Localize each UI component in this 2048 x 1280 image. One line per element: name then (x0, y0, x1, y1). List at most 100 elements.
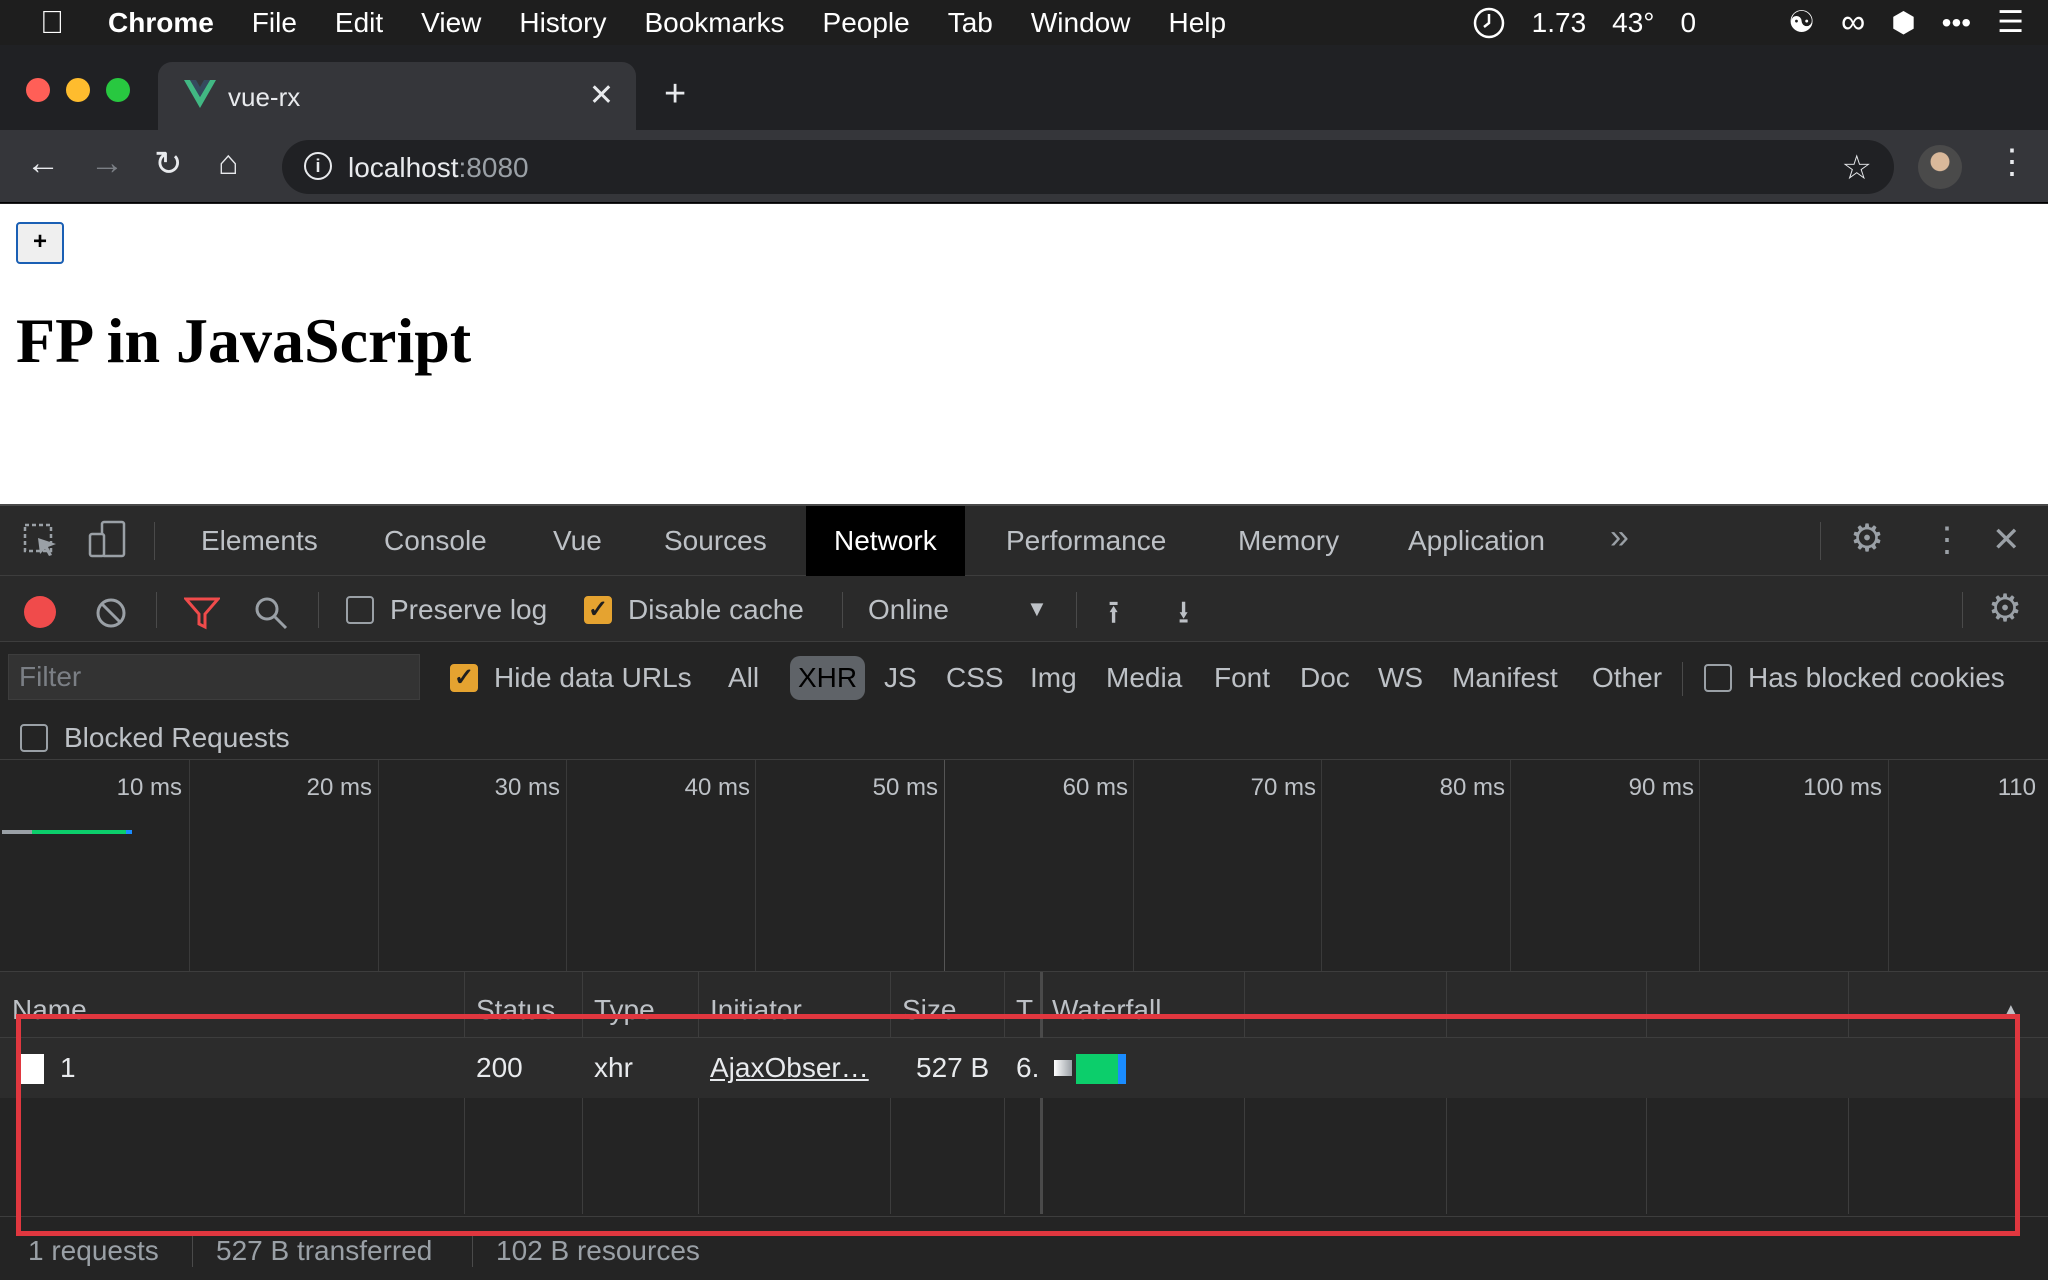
type-filter-doc[interactable]: Doc (1300, 656, 1350, 700)
profile-avatar[interactable] (1918, 145, 1962, 189)
tab-close-icon[interactable]: ✕ (589, 78, 614, 113)
column-waterfall[interactable]: Waterfall (1052, 994, 1161, 1026)
tab-application[interactable]: Application (1408, 506, 1545, 576)
infinity-icon[interactable]: ∞ (1841, 3, 1865, 42)
clock-icon[interactable] (1472, 6, 1506, 40)
site-info-icon[interactable]: i (304, 152, 332, 180)
menu-people[interactable]: People (823, 7, 910, 39)
more-dots-icon[interactable]: ••• (1942, 7, 1971, 39)
sort-ascending-icon[interactable]: ▲ (2000, 998, 2022, 1024)
load-average: 1.73 (1531, 6, 1587, 38)
column-name[interactable]: Name (12, 994, 87, 1026)
blocked-requests-checkbox[interactable] (20, 724, 48, 752)
grid-line (1699, 760, 1700, 971)
request-name[interactable]: 1 (60, 1052, 76, 1084)
new-tab-button[interactable]: + (664, 74, 686, 114)
type-filter-font[interactable]: Font (1214, 656, 1270, 700)
type-filter-ws[interactable]: WS (1378, 656, 1423, 700)
disable-cache-checkbox[interactable]: ✓ (584, 596, 612, 624)
import-har-icon[interactable]: ⭱ (1108, 590, 1119, 644)
reload-icon[interactable]: ↻ (154, 144, 183, 184)
browser-toolbar: ← → ↻ ⌂ i localhost:8080 ☆ ⋮ (0, 130, 2048, 203)
tab-network[interactable]: Network (806, 506, 965, 576)
has-blocked-cookies-checkbox[interactable] (1704, 664, 1732, 692)
address-bar[interactable]: i localhost:8080 ☆ (282, 140, 1894, 194)
timeline-tick: 110 (1997, 774, 2036, 801)
tab-memory[interactable]: Memory (1238, 506, 1339, 576)
clear-icon[interactable] (94, 596, 128, 630)
hide-data-urls-checkbox[interactable]: ✓ (450, 664, 478, 692)
vue-logo-icon (184, 80, 216, 108)
network-overview-timeline[interactable]: 10 ms 20 ms 30 ms 40 ms 50 ms 60 ms 70 m… (0, 760, 2048, 972)
type-filter-js[interactable]: JS (884, 656, 917, 700)
creative-cloud-icon[interactable]: ☯ (1788, 5, 1815, 40)
devtools-menu-icon[interactable]: ⋮ (1930, 520, 1964, 560)
menu-edit[interactable]: Edit (335, 7, 383, 39)
menu-bookmarks[interactable]: Bookmarks (644, 7, 784, 39)
menu-app-chrome[interactable]: Chrome (108, 7, 214, 39)
dropdown-arrow-icon[interactable]: ▼ (1026, 596, 1048, 622)
tab-console[interactable]: Console (384, 506, 487, 576)
search-icon[interactable] (254, 596, 288, 630)
window-close-button[interactable] (26, 78, 50, 102)
filter-funnel-icon[interactable] (184, 596, 220, 630)
column-size[interactable]: Size (902, 994, 956, 1026)
throttling-select[interactable]: Online (868, 594, 949, 626)
browser-tab[interactable]: vue-rx ✕ (158, 62, 636, 130)
type-filter-css[interactable]: CSS (946, 656, 1004, 700)
column-initiator[interactable]: Initiator (710, 994, 802, 1026)
menu-tab[interactable]: Tab (948, 7, 993, 39)
waterfall-bar-waiting (1054, 1060, 1072, 1076)
table-row[interactable]: 1 200 xhr AjaxObser… 527 B 6. (0, 1038, 2048, 1098)
preserve-log-checkbox[interactable] (346, 596, 374, 624)
device-toolbar-icon[interactable] (88, 520, 128, 560)
type-filter-all[interactable]: All (728, 656, 759, 700)
menu-history[interactable]: History (519, 7, 606, 39)
menu-window[interactable]: Window (1031, 7, 1131, 39)
close-devtools-icon[interactable]: ✕ (1992, 520, 2021, 560)
list-icon[interactable]: ☰ (1997, 5, 2024, 40)
export-har-icon[interactable]: ⭳ (1178, 590, 1189, 644)
home-icon[interactable]: ⌂ (218, 144, 239, 183)
cpu-temperature: 43° (1612, 6, 1655, 38)
record-button[interactable] (24, 596, 56, 628)
more-tabs-chevron-icon[interactable]: » (1610, 518, 1629, 557)
type-filter-xhr[interactable]: XHR (790, 656, 866, 700)
type-filter-media[interactable]: Media (1106, 656, 1182, 700)
apple-logo-icon[interactable]:  (40, 4, 76, 41)
network-settings-gear-icon[interactable]: ⚙ (1988, 586, 2022, 631)
status-resources: 102 B resources (496, 1235, 700, 1266)
timeline-tick: 50 ms (872, 774, 938, 801)
type-filter-manifest[interactable]: Manifest (1452, 656, 1558, 700)
inspect-element-icon[interactable] (22, 522, 60, 560)
box-icon[interactable]: ⬢ (1891, 6, 1915, 39)
forward-arrow-icon[interactable]: → (90, 144, 124, 183)
bookmark-star-icon[interactable]: ☆ (1842, 148, 1872, 188)
tab-performance[interactable]: Performance (1006, 506, 1166, 576)
macos-menu-bar:  Chrome File Edit View History Bookmark… (0, 0, 2048, 45)
window-zoom-button[interactable] (106, 78, 130, 102)
network-toolbar: Preserve log ✓ Disable cache Online ▼ ⭱ … (0, 576, 2048, 642)
column-status[interactable]: Status (476, 994, 555, 1026)
tab-vue[interactable]: Vue (553, 506, 602, 576)
menu-view[interactable]: View (421, 7, 481, 39)
settings-gear-icon[interactable]: ⚙ (1850, 516, 1884, 561)
tab-elements[interactable]: Elements (201, 506, 318, 576)
document-file-icon (20, 1054, 44, 1084)
request-initiator-link[interactable]: AjaxObser… (710, 1052, 886, 1084)
overview-request-bar-green (32, 830, 126, 834)
browser-menu-icon[interactable]: ⋮ (1995, 142, 2029, 182)
type-filter-img[interactable]: Img (1030, 656, 1077, 700)
window-minimize-button[interactable] (66, 78, 90, 102)
increment-button[interactable]: + (16, 222, 64, 264)
column-type[interactable]: Type (594, 994, 655, 1026)
menu-file[interactable]: File (252, 7, 297, 39)
column-time[interactable]: T (1016, 994, 1033, 1026)
menu-help[interactable]: Help (1168, 7, 1226, 39)
tab-sources[interactable]: Sources (664, 506, 767, 576)
filter-input[interactable] (8, 654, 420, 700)
settings-separator (1820, 522, 1821, 560)
type-filter-other[interactable]: Other (1592, 656, 1662, 700)
address-url[interactable]: localhost:8080 (348, 152, 529, 184)
back-arrow-icon[interactable]: ← (26, 144, 60, 183)
